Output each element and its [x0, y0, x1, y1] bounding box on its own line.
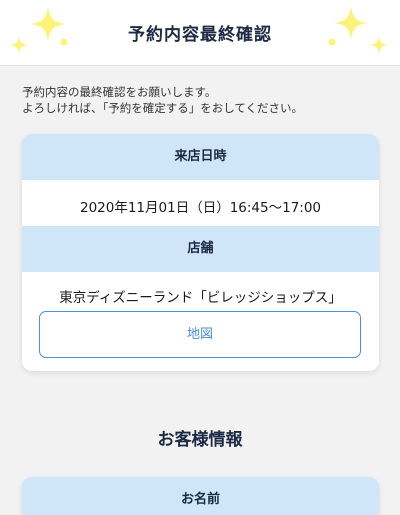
store-heading: 店舗: [22, 226, 379, 272]
customer-card: お名前: [22, 477, 379, 515]
customer-info-title: お客様情報: [157, 430, 243, 450]
intro-line: 予約内容の最終確認をお願いします。: [22, 85, 217, 99]
name-heading: お名前: [22, 477, 379, 515]
page-title: 予約内容最終確認: [128, 25, 272, 45]
intro-line: よろしければ、「予約を確定する」をおしてください。: [22, 101, 304, 115]
intro-text: 予約内容の最終確認をお願いします。 よろしければ、「予約を確定する」をおしてくだ…: [22, 84, 382, 116]
page-header: 予約内容最終確認: [0, 0, 400, 66]
visit-datetime-value: 2020年11月01日（日）16:45〜17:00: [79, 200, 322, 216]
reservation-card: 来店日時 2020年11月01日（日）16:45〜17:00 店舗 東京ディズニ…: [22, 134, 379, 371]
visit-datetime-heading: 来店日時: [22, 134, 379, 180]
store-value: 東京ディズニーランド「ビレッジショップス」: [59, 290, 342, 306]
map-button[interactable]: 地図: [39, 311, 361, 358]
